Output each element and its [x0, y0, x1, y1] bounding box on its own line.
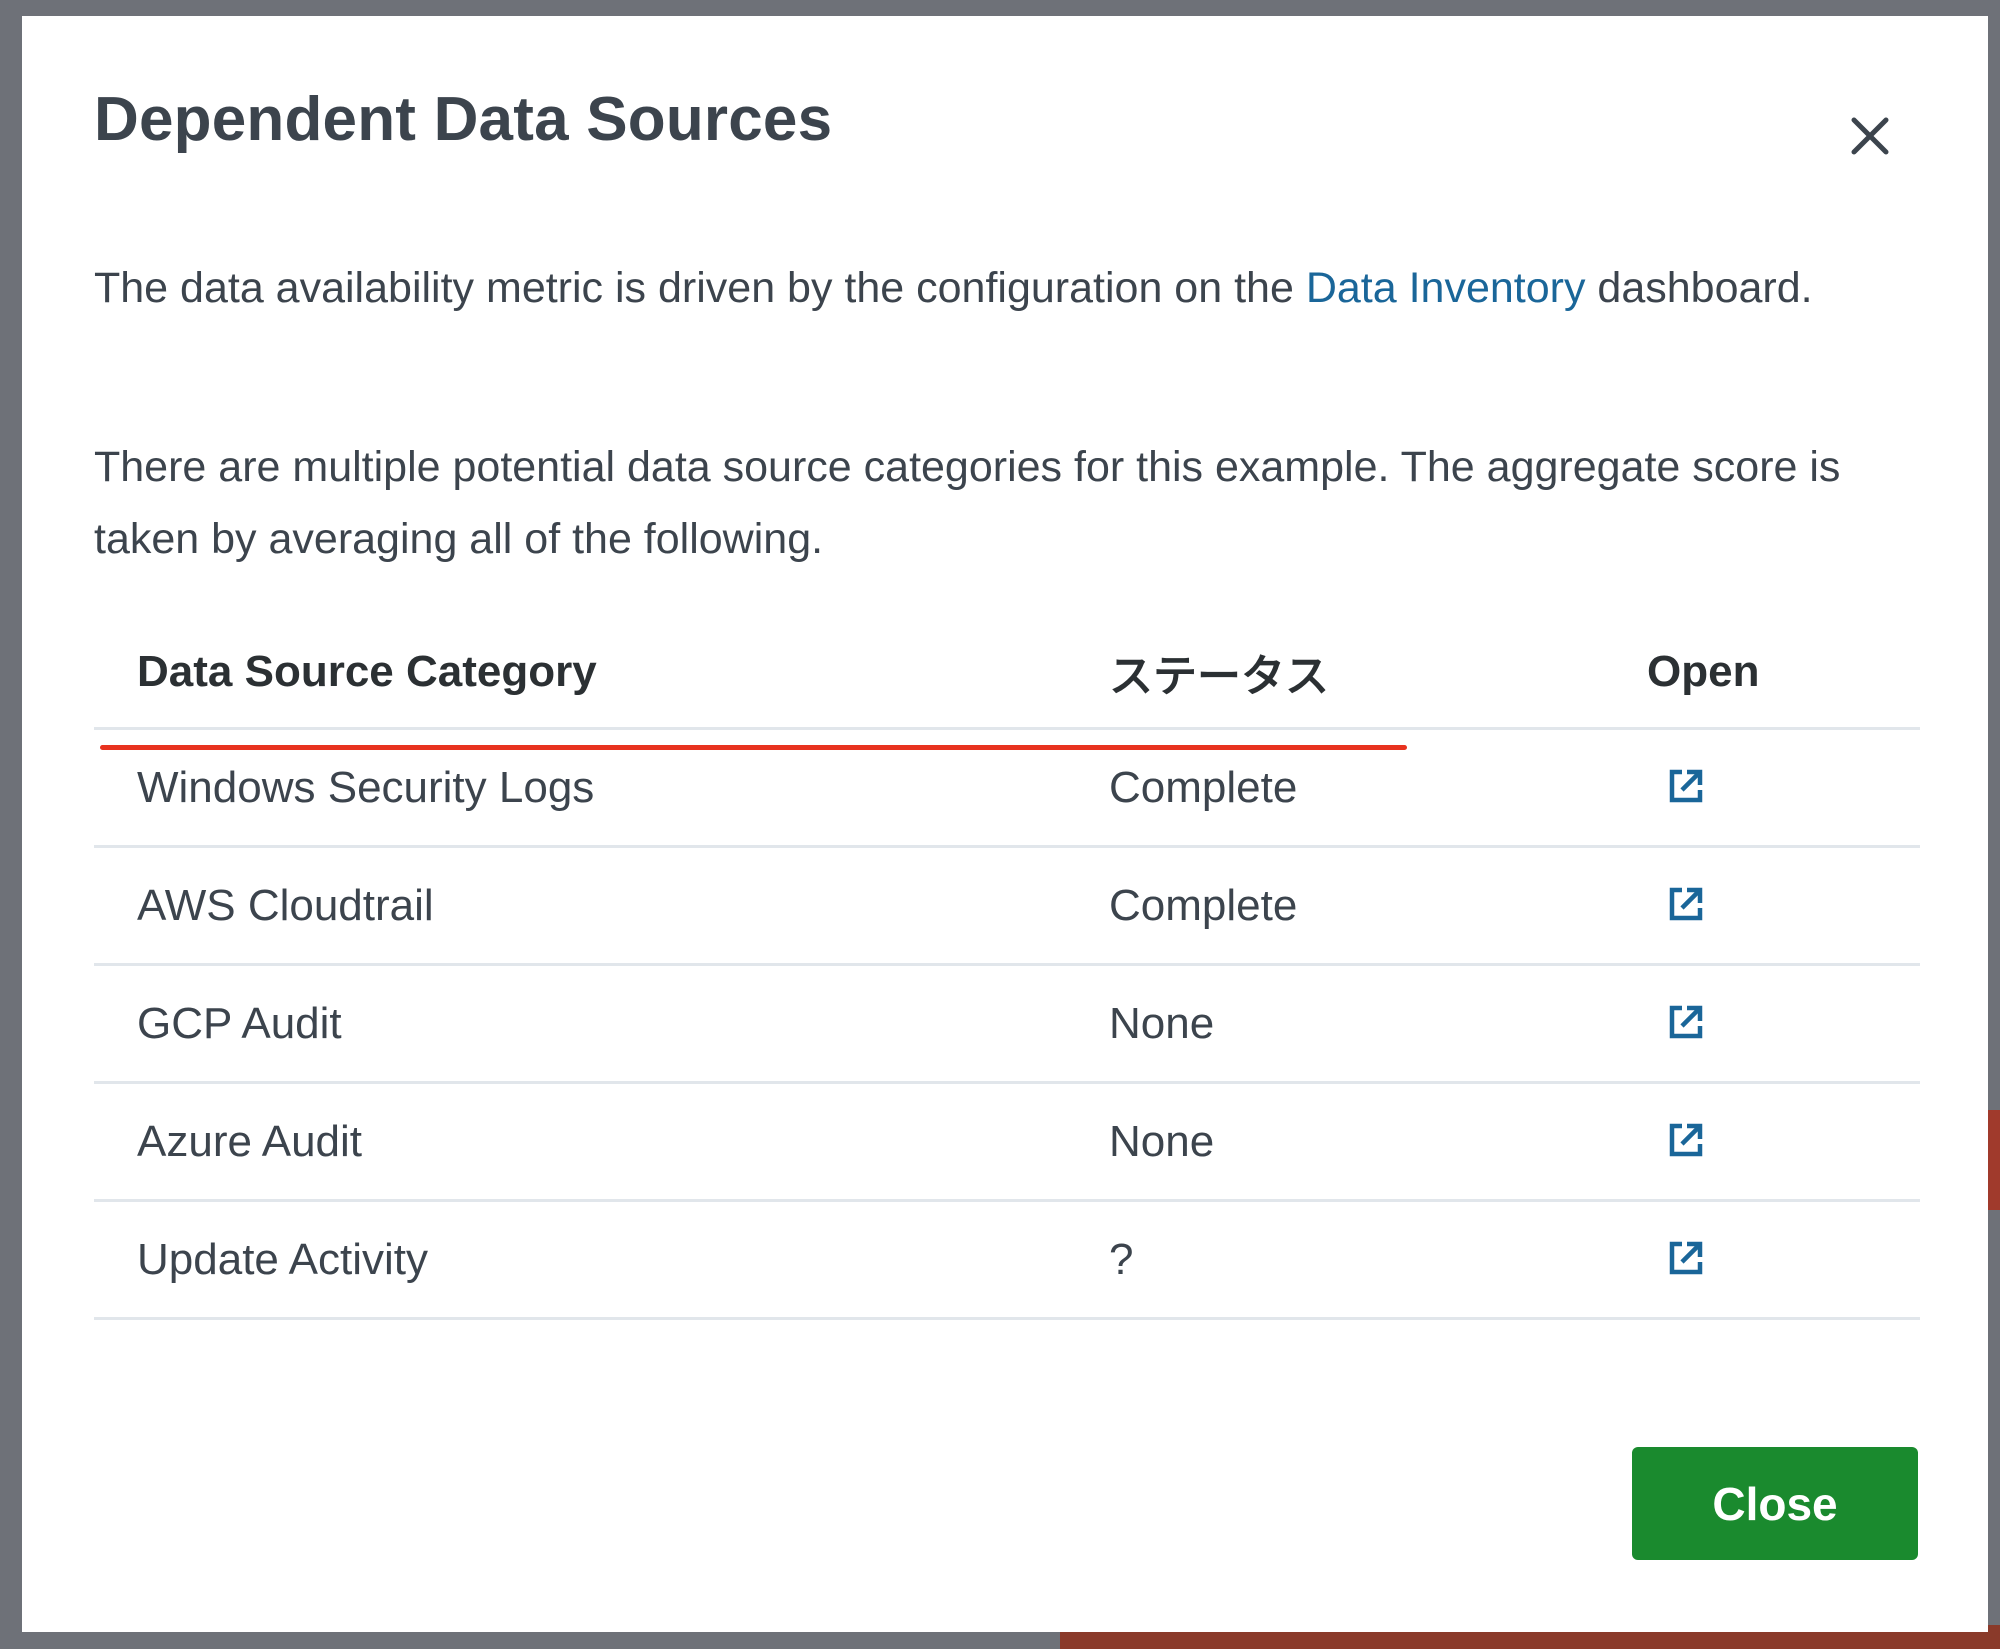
external-link-icon[interactable] — [1667, 1121, 1705, 1159]
header-category: Data Source Category — [137, 646, 597, 696]
external-link-icon[interactable] — [1667, 1003, 1705, 1041]
dependent-data-sources-modal: Dependent Data Sources The data availabi… — [22, 16, 1988, 1632]
table-row: Azure Audit None — [94, 1084, 1920, 1202]
external-link-icon[interactable] — [1667, 885, 1705, 923]
description-paragraph-1: The data availability metric is driven b… — [94, 252, 1924, 324]
header-status: ステータス — [1109, 651, 1329, 701]
close-button[interactable]: Close — [1632, 1447, 1918, 1560]
row-status: ? — [1109, 1234, 1134, 1284]
row-status: Complete — [1109, 880, 1298, 930]
row-category: Azure Audit — [137, 1116, 363, 1166]
description-paragraph-2: There are multiple potential data source… — [94, 443, 1841, 563]
table-row: Update Activity ? — [94, 1202, 1920, 1320]
modal-title: Dependent Data Sources — [94, 85, 833, 154]
external-link-icon[interactable] — [1667, 1239, 1705, 1277]
close-icon[interactable] — [1842, 108, 1898, 164]
row-status: None — [1109, 1116, 1215, 1166]
description-suffix: dashboard. — [1585, 264, 1813, 312]
external-link-icon[interactable] — [1667, 767, 1705, 805]
row-category: Update Activity — [137, 1234, 429, 1284]
header-open: Open — [1647, 646, 1760, 696]
background-fragment — [0, 0, 22, 1649]
row-status: None — [1109, 998, 1215, 1048]
red-annotation-underline — [100, 745, 1407, 750]
data-source-table: Data Source Category ステータス Open Windows … — [94, 616, 1920, 1320]
data-inventory-link[interactable]: Data Inventory — [1306, 264, 1586, 312]
table-row: GCP Audit None — [94, 966, 1920, 1084]
background-fragment-right — [1988, 1110, 2000, 1210]
table-header-row: Data Source Category ステータス Open — [94, 616, 1920, 730]
row-category: GCP Audit — [137, 998, 342, 1048]
table-row: AWS Cloudtrail Complete — [94, 848, 1920, 966]
description-text: The data availability metric is driven b… — [94, 264, 1306, 312]
row-category: AWS Cloudtrail — [137, 880, 434, 930]
